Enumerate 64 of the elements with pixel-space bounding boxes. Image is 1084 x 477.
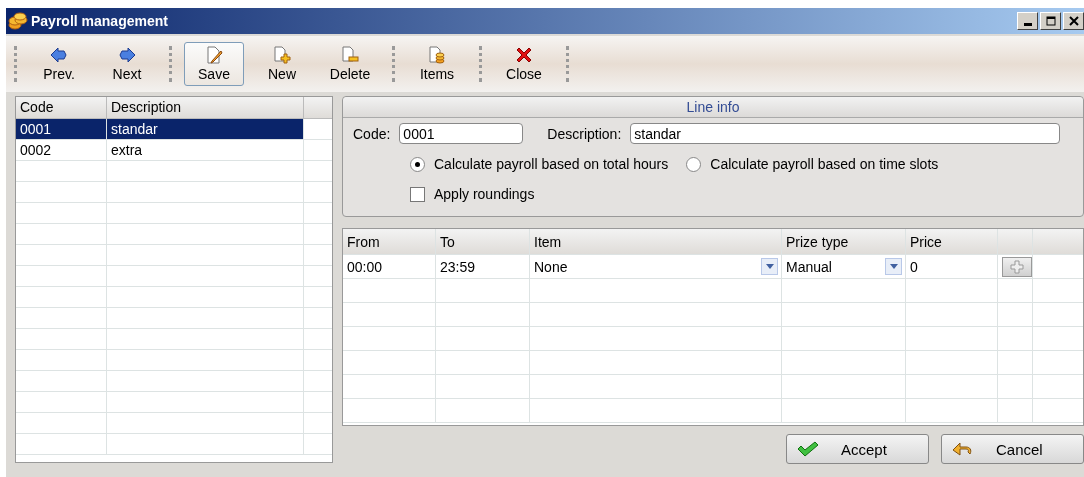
maximize-icon bbox=[1045, 16, 1056, 26]
right-arrow-icon bbox=[118, 46, 136, 64]
delete-button[interactable]: Delete bbox=[320, 42, 380, 86]
window-title: Payroll management bbox=[31, 13, 169, 29]
list-row[interactable]: 0002 extra bbox=[16, 140, 304, 161]
description-label: Description: bbox=[547, 125, 622, 142]
code-label: Code: bbox=[353, 125, 391, 142]
column-header: Prize type bbox=[782, 229, 906, 255]
plus-icon bbox=[1010, 259, 1024, 274]
panel-header: Line info bbox=[343, 97, 1083, 118]
cancel-button[interactable]: Cancel bbox=[941, 434, 1084, 464]
document-pencil-icon bbox=[205, 46, 223, 64]
left-arrow-icon bbox=[50, 46, 68, 64]
table-cell: 23:59 bbox=[440, 258, 476, 275]
table-cell bbox=[998, 351, 1033, 375]
minimize-icon bbox=[1023, 22, 1032, 26]
checkbox-label: Apply roundings bbox=[434, 186, 535, 202]
document-plus-icon bbox=[273, 46, 291, 64]
dropdown-button[interactable] bbox=[885, 258, 902, 275]
column-header: Price bbox=[906, 229, 998, 255]
coins-icon bbox=[8, 12, 28, 30]
table-cell: 00:00 bbox=[347, 258, 383, 275]
radio-label: Calculate payroll based on time slots bbox=[710, 156, 939, 172]
table-cell: None bbox=[534, 258, 568, 275]
new-button[interactable]: New bbox=[252, 42, 312, 86]
dropdown-button[interactable] bbox=[761, 258, 778, 275]
save-button[interactable]: Save bbox=[184, 42, 244, 86]
close-icon bbox=[1068, 16, 1079, 26]
table-cell: 0002 bbox=[16, 140, 107, 161]
code-field[interactable]: 0001 bbox=[399, 123, 524, 144]
table-cell: 0 bbox=[910, 258, 918, 275]
table-cell: 0001 bbox=[16, 119, 107, 140]
add-button[interactable] bbox=[1002, 256, 1032, 277]
check-icon bbox=[797, 441, 819, 457]
table-cell bbox=[998, 375, 1033, 399]
radio-label: Calculate payroll based on total hours bbox=[434, 156, 669, 172]
table-cell: extra bbox=[107, 140, 304, 161]
document-minus-icon bbox=[341, 46, 359, 64]
dropdown-arrow-icon bbox=[889, 264, 898, 269]
table-cell: standar bbox=[107, 119, 304, 140]
x-icon bbox=[515, 46, 533, 64]
description-field[interactable]: standar bbox=[630, 123, 1061, 144]
close-button[interactable] bbox=[1063, 12, 1084, 30]
table-cell bbox=[998, 303, 1033, 327]
radio-button[interactable] bbox=[686, 156, 702, 172]
column-header: Item bbox=[530, 229, 782, 255]
column-header: To bbox=[436, 229, 530, 255]
table-cell bbox=[998, 327, 1033, 351]
dropdown-arrow-icon bbox=[765, 264, 774, 269]
prev-button[interactable]: Prev. bbox=[29, 42, 89, 86]
table-cell: Manual bbox=[786, 258, 832, 275]
checkbox[interactable] bbox=[410, 186, 425, 202]
radio-button[interactable] bbox=[410, 156, 425, 172]
back-arrow-icon bbox=[952, 440, 974, 458]
table-cell bbox=[998, 399, 1033, 423]
close-button[interactable]: Close bbox=[494, 42, 554, 86]
next-button[interactable]: Next bbox=[97, 42, 157, 86]
items-button[interactable]: Items bbox=[407, 42, 467, 86]
maximize-button[interactable] bbox=[1040, 12, 1061, 30]
document-coins-icon bbox=[428, 46, 446, 64]
minimize-button[interactable] bbox=[1017, 12, 1038, 30]
accept-button[interactable]: Accept bbox=[786, 434, 929, 464]
column-header: From bbox=[343, 229, 436, 255]
list-row[interactable]: 0001 standar bbox=[16, 119, 304, 140]
